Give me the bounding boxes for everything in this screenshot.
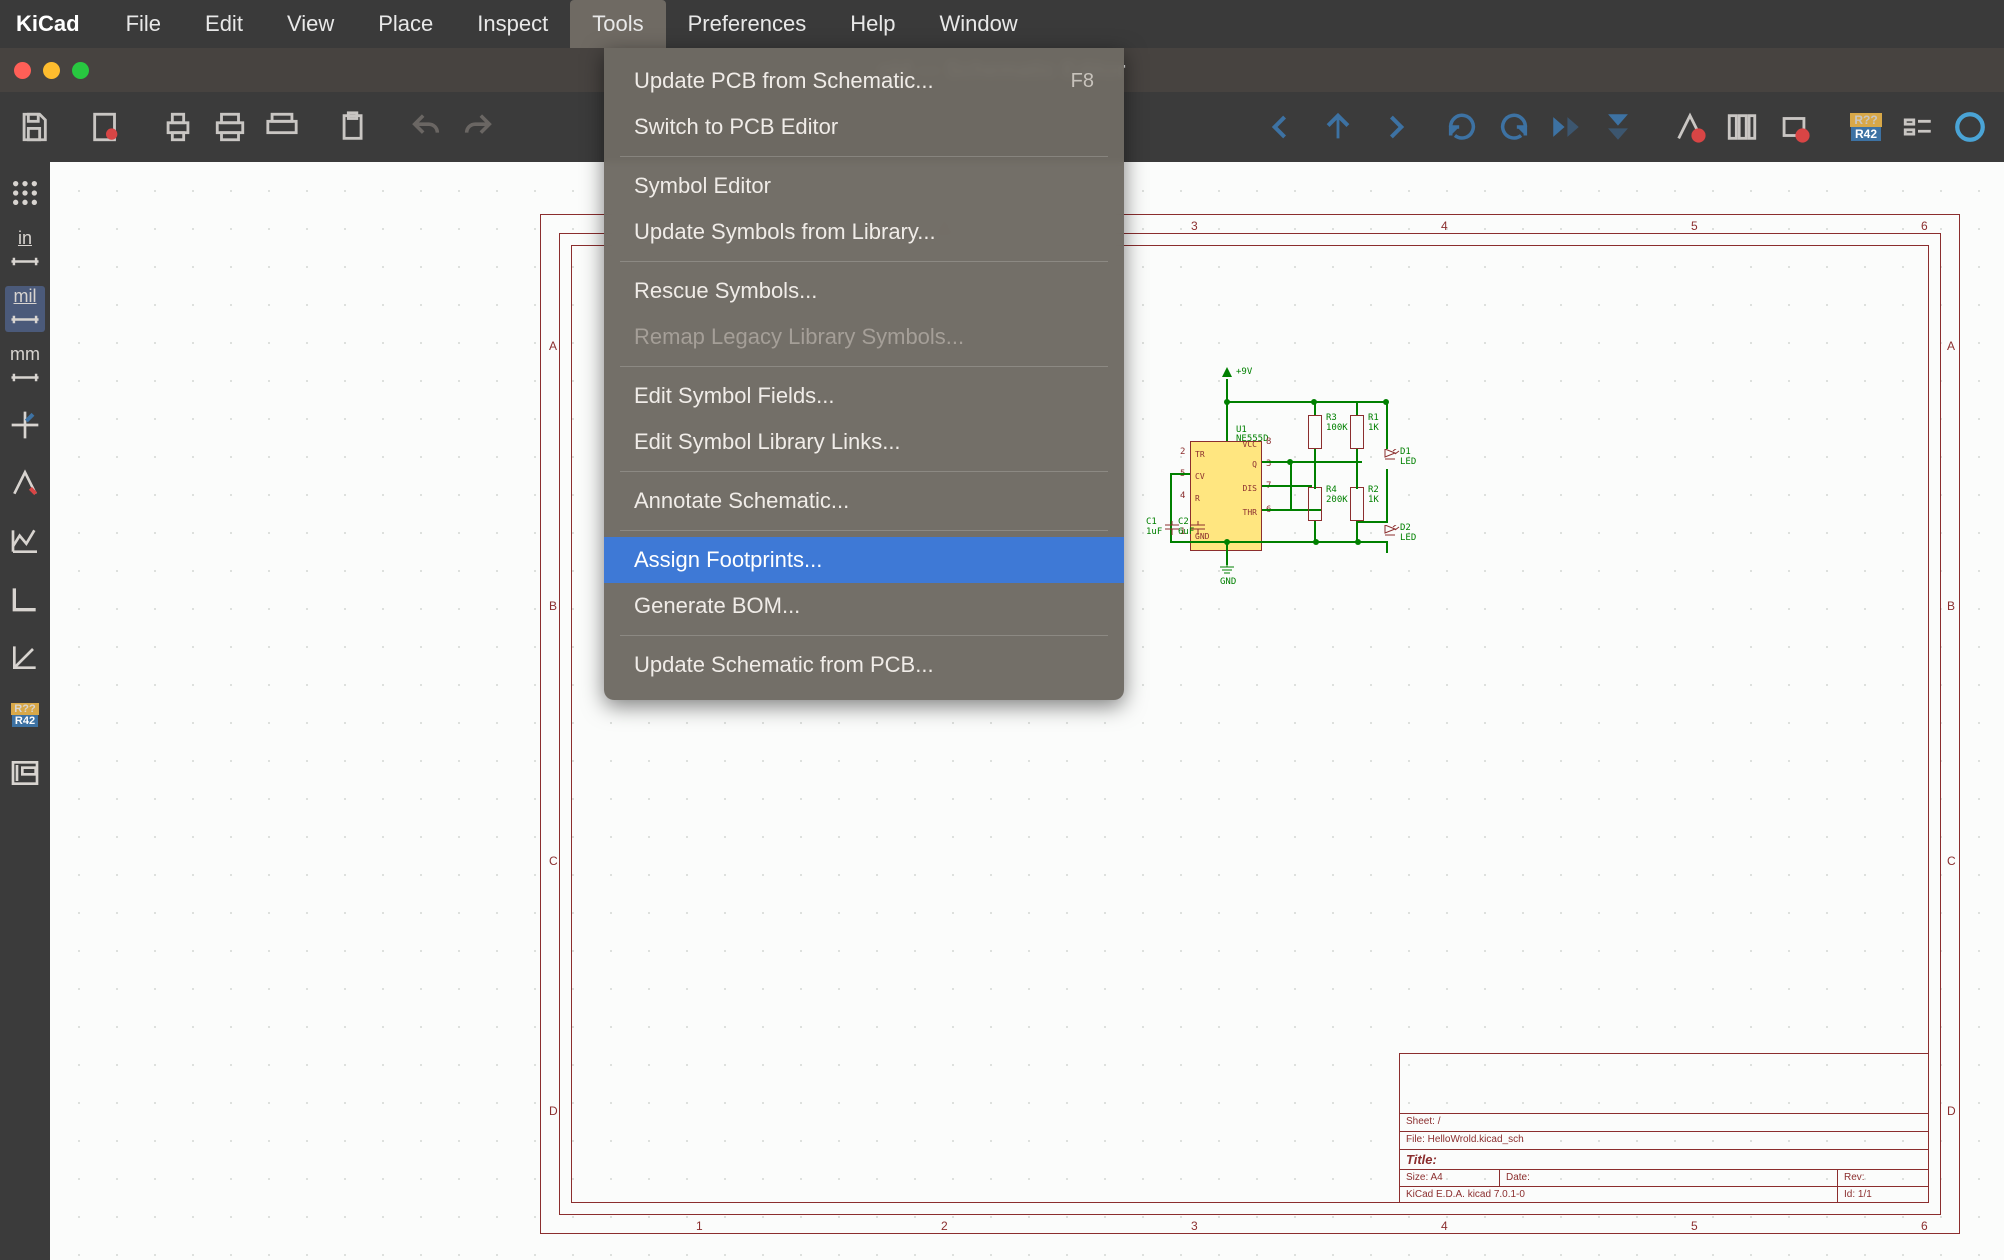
rotate-cw-icon[interactable] <box>1492 105 1536 149</box>
annotate-icon[interactable]: R??R42 <box>1844 105 1888 149</box>
symbol-editor-icon[interactable] <box>1668 105 1712 149</box>
svg-text:3: 3 <box>1191 1219 1198 1233</box>
menu-inspect[interactable]: Inspect <box>455 0 570 48</box>
svg-text:6: 6 <box>1921 219 1928 233</box>
svg-text:5: 5 <box>1691 1219 1698 1233</box>
resistor-r3 <box>1308 415 1322 449</box>
undo-icon[interactable] <box>404 105 448 149</box>
origin-icon[interactable] <box>5 576 45 622</box>
menu-preferences[interactable]: Preferences <box>666 0 829 48</box>
led-d1 <box>1380 449 1400 474</box>
menu-view[interactable]: View <box>265 0 356 48</box>
schematic-circuit: +9V TR CV R GND VCC Q DIS THR U1 NE555D … <box>1140 367 1470 657</box>
nav-forward-icon[interactable] <box>1368 105 1412 149</box>
redo-icon[interactable] <box>456 105 500 149</box>
resistor-r4 <box>1308 487 1322 521</box>
menuitem-edit-lib-links[interactable]: Edit Symbol Library Links... <box>604 419 1124 465</box>
svg-text:6: 6 <box>1921 1219 1928 1233</box>
nav-up-icon[interactable] <box>1316 105 1360 149</box>
menu-place[interactable]: Place <box>356 0 455 48</box>
unit-mm-button[interactable]: mm <box>5 344 45 390</box>
menuitem-annotate[interactable]: Annotate Schematic... <box>604 478 1124 524</box>
cursor-full-icon[interactable] <box>5 402 45 448</box>
menuitem-generate-bom[interactable]: Generate BOM... <box>604 583 1124 629</box>
mirror-v-icon[interactable] <box>1596 105 1640 149</box>
unit-in-button[interactable]: in <box>5 228 45 274</box>
svg-text:4: 4 <box>1441 1219 1448 1233</box>
svg-text:3: 3 <box>1191 219 1198 233</box>
svg-text:D: D <box>549 1104 558 1118</box>
unit-mil-button[interactable]: mil <box>5 286 45 332</box>
menuitem-update-symbols[interactable]: Update Symbols from Library... <box>604 209 1124 255</box>
waveform-icon[interactable] <box>5 518 45 564</box>
plot2-icon[interactable] <box>260 105 304 149</box>
menuitem-edit-fields[interactable]: Edit Symbol Fields... <box>604 373 1124 419</box>
svg-text:C: C <box>549 854 558 868</box>
svg-text:A: A <box>1947 339 1955 353</box>
svg-text:D: D <box>1947 1104 1956 1118</box>
axes-icon[interactable] <box>5 634 45 680</box>
mirror-h-icon[interactable] <box>1544 105 1588 149</box>
svg-text:2: 2 <box>941 1219 948 1233</box>
menubar: KiCad File Edit View Place Inspect Tools… <box>0 0 2004 48</box>
footprint-editor-icon[interactable] <box>1772 105 1816 149</box>
led-d2 <box>1380 525 1400 550</box>
svg-text:4: 4 <box>1441 219 1448 233</box>
save-icon[interactable] <box>12 105 56 149</box>
minimize-button[interactable] <box>43 62 60 79</box>
svg-text:B: B <box>1947 599 1955 613</box>
resistor-r1 <box>1350 415 1364 449</box>
left-toolbar: in mil mm R??R42 <box>0 162 50 1260</box>
hidden-pins-icon[interactable]: R??R42 <box>5 692 45 738</box>
svg-text:5: 5 <box>1691 219 1698 233</box>
menu-tools[interactable]: Tools <box>570 0 665 48</box>
title-block: Sheet: / File: HelloWrold.kicad_sch Titl… <box>1399 1053 1929 1203</box>
hierarchy-icon[interactable] <box>5 750 45 796</box>
svg-text:A: A <box>549 339 557 353</box>
menuitem-update-pcb[interactable]: Update PCB from Schematic...F8 <box>604 58 1124 104</box>
app-name: KiCad <box>16 11 104 37</box>
library-browser-icon[interactable] <box>1720 105 1764 149</box>
rotate-ccw-icon[interactable] <box>1440 105 1484 149</box>
menu-file[interactable]: File <box>104 0 183 48</box>
open-triangle-icon[interactable] <box>5 460 45 506</box>
plot-icon[interactable] <box>208 105 252 149</box>
simulator-icon[interactable] <box>1948 105 1992 149</box>
menuitem-remap-legacy: Remap Legacy Library Symbols... <box>604 314 1124 360</box>
svg-text:B: B <box>549 599 557 613</box>
erc-icon[interactable] <box>1896 105 1940 149</box>
menu-help[interactable]: Help <box>828 0 917 48</box>
menuitem-update-from-pcb[interactable]: Update Schematic from PCB... <box>604 642 1124 688</box>
menuitem-rescue-symbols[interactable]: Rescue Symbols... <box>604 268 1124 314</box>
grid-dots-icon[interactable] <box>5 170 45 216</box>
menu-edit[interactable]: Edit <box>183 0 265 48</box>
paste-icon[interactable] <box>332 105 376 149</box>
nav-back-icon[interactable] <box>1264 105 1308 149</box>
menuitem-symbol-editor[interactable]: Symbol Editor <box>604 163 1124 209</box>
menuitem-switch-pcb[interactable]: Switch to PCB Editor <box>604 104 1124 150</box>
page-settings-icon[interactable] <box>84 105 128 149</box>
power-label: +9V <box>1236 367 1252 377</box>
maximize-button[interactable] <box>72 62 89 79</box>
svg-text:C: C <box>1947 854 1956 868</box>
resistor-r2 <box>1350 487 1364 521</box>
close-button[interactable] <box>14 62 31 79</box>
traffic-lights <box>14 62 89 79</box>
menu-window[interactable]: Window <box>917 0 1039 48</box>
menuitem-assign-footprints[interactable]: Assign Footprints... <box>604 537 1124 583</box>
print-icon[interactable] <box>156 105 200 149</box>
svg-text:1: 1 <box>696 1219 703 1233</box>
tools-dropdown: Update PCB from Schematic...F8 Switch to… <box>604 48 1124 700</box>
